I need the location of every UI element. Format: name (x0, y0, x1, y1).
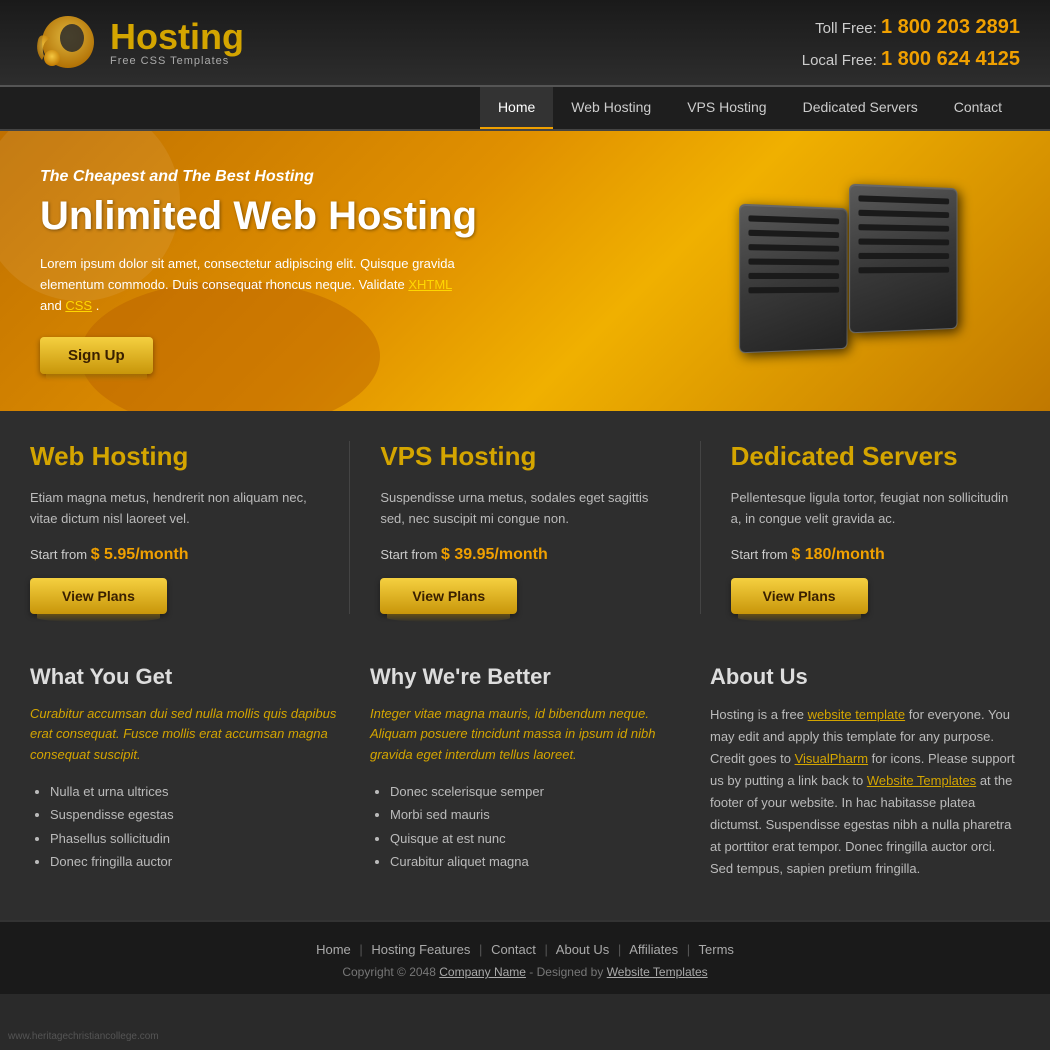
info-row: What You Get Curabitur accumsan dui sed … (30, 664, 1020, 881)
web-start-from: Start from (30, 547, 87, 562)
main-content: Web Hosting Etiam magna metus, hendrerit… (0, 411, 1050, 920)
contact-info: Toll Free: 1 800 203 2891 Local Free: 1 … (802, 11, 1020, 75)
dedicated-desc: Pellentesque ligula tortor, feugiat non … (731, 488, 1020, 530)
hero-content: The Cheapest and The Best Hosting Unlimi… (40, 168, 730, 373)
plan-web-hosting: Web Hosting Etiam magna metus, hendrerit… (30, 441, 319, 614)
local-free-label: Local Free: (802, 52, 877, 69)
xhtml-link[interactable]: XHTML (408, 277, 452, 292)
footer-link-about-us[interactable]: About Us (556, 942, 609, 957)
hero-title: Unlimited Web Hosting (40, 194, 730, 239)
footer: Home | Hosting Features | Contact | Abou… (0, 920, 1050, 994)
dedicated-view-plans-button[interactable]: View Plans (731, 578, 868, 614)
web-hosting-title: Web Hosting (30, 441, 319, 472)
footer-link-home[interactable]: Home (316, 942, 351, 957)
vps-hosting-desc: Suspendisse urna metus, sodales eget sag… (380, 488, 669, 530)
dedicated-start-from: Start from (731, 547, 788, 562)
server-illustration (730, 166, 1010, 376)
why-better-section: Why We're Better Integer vitae magna mau… (370, 664, 680, 881)
list-item: Curabitur aliquet magna (390, 850, 680, 873)
visual-pharm-link[interactable]: VisualPharm (795, 751, 868, 766)
nav-home[interactable]: Home (480, 87, 553, 129)
web-hosting-desc: Etiam magna metus, hendrerit non aliquam… (30, 488, 319, 530)
dedicated-price: $ 180/month (791, 546, 884, 563)
toll-free-number: 1 800 203 2891 (881, 16, 1020, 38)
logo-title: Hosting (110, 19, 244, 55)
plans-row: Web Hosting Etiam magna metus, hendrerit… (30, 441, 1020, 614)
hero-banner: The Cheapest and The Best Hosting Unlimi… (0, 131, 1050, 411)
logo-text-area: Hosting Free CSS Templates (110, 19, 244, 67)
toll-free-line: Toll Free: 1 800 203 2891 (802, 11, 1020, 43)
dedicated-price-line: Start from $ 180/month (731, 546, 1020, 564)
list-item: Nulla et urna ultrices (50, 780, 340, 803)
vps-hosting-price-line: Start from $ 39.95/month (380, 546, 669, 564)
list-item: Quisque at est nunc (390, 827, 680, 850)
nav-web-hosting[interactable]: Web Hosting (553, 87, 669, 129)
list-item: Donec scelerisque semper (390, 780, 680, 803)
footer-link-affiliates[interactable]: Affiliates (629, 942, 678, 957)
css-link[interactable]: CSS (65, 298, 92, 313)
list-item: Phasellus sollicitudin (50, 827, 340, 850)
web-hosting-price-line: Start from $ 5.95/month (30, 546, 319, 564)
nav-dedicated-servers[interactable]: Dedicated Servers (785, 87, 936, 129)
signup-button[interactable]: Sign Up (40, 337, 153, 374)
hero-server-image (730, 161, 1010, 381)
hero-description: Lorem ipsum dolor sit amet, consectetur … (40, 254, 460, 316)
logo-icon (30, 10, 100, 75)
what-you-get-list: Nulla et urna ultrices Suspendisse egest… (30, 780, 340, 874)
plan-divider-2 (700, 441, 701, 614)
website-templates-link[interactable]: Website Templates (867, 773, 976, 788)
server-unit-2 (849, 184, 957, 334)
footer-link-hosting-features[interactable]: Hosting Features (371, 942, 470, 957)
about-us-title: About Us (710, 664, 1020, 690)
list-item: Donec fringilla auctor (50, 850, 340, 873)
why-better-list: Donec scelerisque semper Morbi sed mauri… (370, 780, 680, 874)
vps-start-from: Start from (380, 547, 437, 562)
local-free-line: Local Free: 1 800 624 4125 (802, 43, 1020, 75)
navigation: Home Web Hosting VPS Hosting Dedicated S… (0, 87, 1050, 131)
hero-subtitle: The Cheapest and The Best Hosting (40, 168, 730, 186)
plan-divider-1 (349, 441, 350, 614)
vps-price: $ 39.95/month (441, 546, 548, 563)
nav-vps-hosting[interactable]: VPS Hosting (669, 87, 784, 129)
footer-copyright: Copyright © 2048 Company Name - Designed… (30, 965, 1020, 979)
what-you-get-text: Curabitur accumsan dui sed nulla mollis … (30, 704, 340, 766)
watermark: www.heritagechristiancollege.com (8, 1031, 159, 1042)
footer-links: Home | Hosting Features | Contact | Abou… (30, 942, 1020, 957)
why-better-text: Integer vitae magna mauris, id bibendum … (370, 704, 680, 766)
vps-hosting-title: VPS Hosting (380, 441, 669, 472)
plan-dedicated-servers: Dedicated Servers Pellentesque ligula to… (731, 441, 1020, 614)
web-price: $ 5.95/month (91, 546, 189, 563)
local-free-number: 1 800 624 4125 (881, 48, 1020, 70)
toll-free-label: Toll Free: (815, 20, 877, 37)
logo-tagline: Free CSS Templates (110, 55, 244, 67)
why-better-title: Why We're Better (370, 664, 680, 690)
list-item: Suspendisse egestas (50, 803, 340, 826)
website-template-link[interactable]: website template (808, 707, 906, 722)
what-you-get-title: What You Get (30, 664, 340, 690)
company-name-link[interactable]: Company Name (439, 965, 526, 979)
about-us-text: Hosting is a free website template for e… (710, 704, 1020, 881)
nav-contact[interactable]: Contact (936, 87, 1020, 129)
plan-vps-hosting: VPS Hosting Suspendisse urna metus, soda… (380, 441, 669, 614)
server-unit-1 (739, 204, 847, 354)
footer-link-terms[interactable]: Terms (699, 942, 734, 957)
logo-area: Hosting Free CSS Templates (30, 10, 244, 75)
header: Hosting Free CSS Templates Toll Free: 1 … (0, 0, 1050, 87)
footer-link-contact[interactable]: Contact (491, 942, 536, 957)
list-item: Morbi sed mauris (390, 803, 680, 826)
dedicated-title: Dedicated Servers (731, 441, 1020, 472)
website-templates-footer-link[interactable]: Website Templates (607, 965, 708, 979)
web-view-plans-button[interactable]: View Plans (30, 578, 167, 614)
vps-view-plans-button[interactable]: View Plans (380, 578, 517, 614)
what-you-get-section: What You Get Curabitur accumsan dui sed … (30, 664, 340, 881)
about-us-section: About Us Hosting is a free website templ… (710, 664, 1020, 881)
